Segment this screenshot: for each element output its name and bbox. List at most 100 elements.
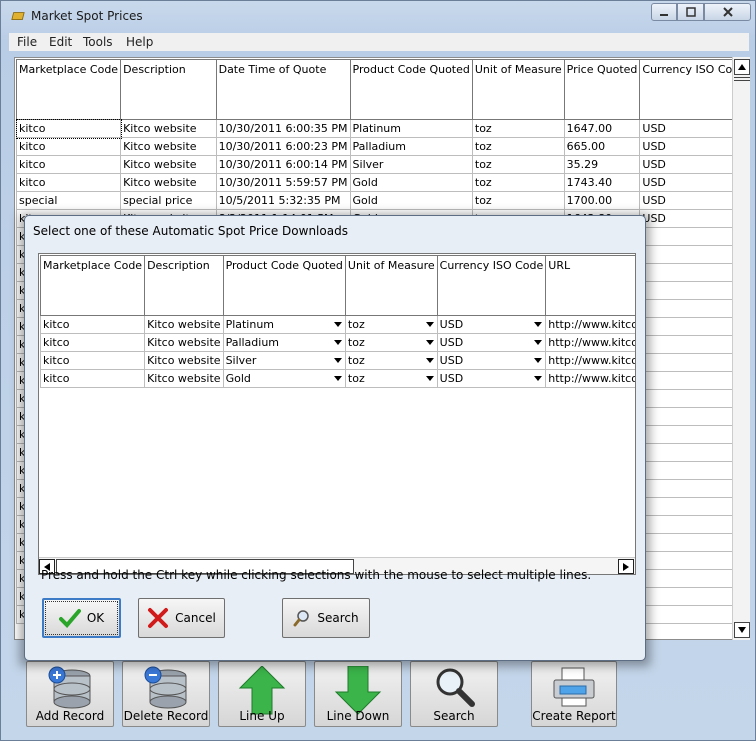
line-down-button[interactable]: Line Down bbox=[314, 661, 402, 727]
table-cell[interactable]: Kitco website bbox=[120, 119, 217, 138]
table-row[interactable]: kitco Kitco website 10/30/2011 6:00:23 PM P… bbox=[15, 137, 749, 156]
table-cell[interactable]: USD bbox=[436, 315, 547, 334]
table-cell[interactable]: toz bbox=[471, 173, 565, 192]
column-header[interactable]: Marketplace Code bbox=[39, 255, 146, 316]
table-cell[interactable]: toz bbox=[471, 137, 565, 156]
table-cell[interactable]: Kitco website bbox=[120, 137, 217, 156]
table-cell[interactable]: Kitco website bbox=[144, 351, 224, 370]
menu-file[interactable]: File bbox=[17, 35, 37, 49]
table-cell[interactable]: kitco bbox=[39, 333, 146, 352]
table-cell[interactable]: kitco bbox=[39, 369, 146, 388]
table-cell[interactable]: http://www.kitco.com/market/ bbox=[545, 315, 635, 334]
table-cell[interactable]: http://www.kitco.com/market/ bbox=[545, 333, 635, 352]
table-cell[interactable]: Gold bbox=[349, 191, 473, 210]
dropdown-arrow-icon[interactable] bbox=[534, 340, 543, 345]
download-grid[interactable]: Marketplace Code Description Product Cod… bbox=[38, 253, 636, 575]
dropdown-arrow-icon[interactable] bbox=[333, 376, 342, 381]
table-cell[interactable]: kitco bbox=[15, 155, 122, 174]
table-cell[interactable]: Gold bbox=[222, 369, 346, 388]
table-cell[interactable]: toz bbox=[344, 315, 438, 334]
dropdown-arrow-icon[interactable] bbox=[425, 340, 434, 345]
column-header[interactable]: Unit of Measure bbox=[471, 59, 565, 120]
dropdown-arrow-icon[interactable] bbox=[534, 376, 543, 381]
scroll-thumb[interactable] bbox=[734, 77, 750, 81]
table-cell[interactable]: toz bbox=[344, 369, 438, 388]
table-cell[interactable]: Kitco website bbox=[120, 155, 217, 174]
column-header[interactable]: Description bbox=[120, 59, 217, 120]
table-cell[interactable]: 10/30/2011 5:59:57 PM bbox=[215, 173, 351, 192]
table-cell[interactable]: kitco bbox=[15, 118, 122, 139]
column-header[interactable]: Marketplace Code bbox=[15, 59, 122, 120]
dropdown-arrow-icon[interactable] bbox=[425, 358, 434, 363]
table-cell[interactable]: USD bbox=[436, 351, 547, 370]
table-cell[interactable]: Gold bbox=[349, 173, 473, 192]
close-button[interactable] bbox=[704, 3, 751, 21]
column-header[interactable]: Product Code Quoted bbox=[349, 59, 473, 120]
dropdown-arrow-icon[interactable] bbox=[425, 322, 434, 327]
table-cell[interactable]: 1647.00 bbox=[563, 119, 641, 138]
table-cell[interactable]: 10/30/2011 6:00:14 PM bbox=[215, 155, 351, 174]
vertical-scrollbar[interactable] bbox=[732, 57, 750, 640]
table-cell[interactable]: kitco bbox=[15, 137, 122, 156]
table-cell[interactable]: Platinum bbox=[349, 119, 473, 138]
column-header[interactable]: Description bbox=[144, 255, 224, 316]
table-cell[interactable]: kitco bbox=[39, 351, 146, 370]
column-header[interactable]: URL bbox=[545, 255, 635, 316]
dropdown-arrow-icon[interactable] bbox=[333, 322, 342, 327]
table-cell[interactable]: Kitco website bbox=[144, 369, 224, 388]
column-header[interactable]: Price Quoted bbox=[563, 59, 641, 120]
table-cell[interactable]: USD bbox=[436, 333, 547, 352]
dropdown-arrow-icon[interactable] bbox=[333, 358, 342, 363]
table-cell[interactable]: 10/5/2011 5:32:35 PM bbox=[215, 191, 351, 210]
table-cell[interactable]: 10/30/2011 6:00:35 PM bbox=[215, 119, 351, 138]
menu-help[interactable]: Help bbox=[126, 35, 153, 49]
table-row[interactable]: kitco Kitco website Platinum toz USD http://w… bbox=[39, 315, 635, 334]
table-cell[interactable]: Kitco website bbox=[120, 173, 217, 192]
table-cell[interactable]: toz bbox=[471, 191, 565, 210]
maximize-button[interactable] bbox=[677, 3, 704, 21]
table-cell[interactable]: toz bbox=[344, 351, 438, 370]
table-row[interactable]: kitco Kitco website 10/30/2011 5:59:57 PM G… bbox=[15, 173, 749, 192]
table-cell[interactable]: toz bbox=[471, 119, 565, 138]
table-cell[interactable]: 665.00 bbox=[563, 137, 641, 156]
table-row[interactable]: kitco Kitco website Gold toz USD http://www.k… bbox=[39, 369, 635, 388]
line-up-button[interactable]: Line Up bbox=[218, 661, 306, 727]
dialog-search-button[interactable]: Search bbox=[282, 598, 370, 638]
dropdown-arrow-icon[interactable] bbox=[534, 322, 543, 327]
column-header[interactable]: Unit of Measure bbox=[344, 255, 438, 316]
scroll-up-button[interactable] bbox=[734, 59, 750, 75]
table-cell[interactable]: kitco bbox=[39, 315, 146, 334]
dropdown-arrow-icon[interactable] bbox=[425, 376, 434, 381]
table-cell[interactable]: 1743.40 bbox=[563, 173, 641, 192]
table-cell[interactable]: 10/30/2011 6:00:23 PM bbox=[215, 137, 351, 156]
scroll-right-button[interactable] bbox=[618, 559, 634, 574]
scroll-down-button[interactable] bbox=[734, 622, 750, 638]
table-cell[interactable]: 35.29 bbox=[563, 155, 641, 174]
table-cell[interactable]: special bbox=[15, 191, 122, 210]
column-header[interactable]: Date Time of Quote bbox=[215, 59, 351, 120]
menu-edit[interactable]: Edit bbox=[49, 35, 72, 49]
minimize-button[interactable] bbox=[651, 3, 677, 21]
table-row[interactable]: kitco Kitco website Palladium toz USD http://… bbox=[39, 333, 635, 352]
column-header[interactable]: Currency ISO Code bbox=[436, 255, 547, 316]
table-row[interactable]: kitco Kitco website Silver toz USD http://www… bbox=[39, 351, 635, 370]
dropdown-arrow-icon[interactable] bbox=[333, 340, 342, 345]
table-cell[interactable]: Silver bbox=[349, 155, 473, 174]
table-cell[interactable]: Platinum bbox=[222, 315, 346, 334]
table-cell[interactable]: Kitco website bbox=[144, 333, 224, 352]
table-cell[interactable]: Kitco website bbox=[144, 315, 224, 334]
table-cell[interactable]: http://www.kitco.com/market/ bbox=[545, 351, 635, 370]
column-header[interactable]: Product Code Quoted bbox=[222, 255, 346, 316]
table-row[interactable]: kitco Kitco website 10/30/2011 6:00:14 PM S… bbox=[15, 155, 749, 174]
table-cell[interactable]: http://www.kitco.com/market/ bbox=[545, 369, 635, 388]
table-cell[interactable]: Palladium bbox=[222, 333, 346, 352]
create-report-button[interactable]: Create Report bbox=[531, 661, 617, 727]
ok-button[interactable]: OK bbox=[42, 598, 121, 638]
table-row[interactable]: kitco Kitco website 10/30/2011 6:00:35 PM P… bbox=[15, 118, 749, 139]
table-row[interactable]: special special price 10/5/2011 5:32:35 PM… bbox=[15, 191, 749, 210]
table-cell[interactable]: toz bbox=[344, 333, 438, 352]
table-cell[interactable]: special price bbox=[120, 191, 217, 210]
dropdown-arrow-icon[interactable] bbox=[534, 358, 543, 363]
table-cell[interactable]: Silver bbox=[222, 351, 346, 370]
menu-tools[interactable]: Tools bbox=[83, 35, 113, 49]
